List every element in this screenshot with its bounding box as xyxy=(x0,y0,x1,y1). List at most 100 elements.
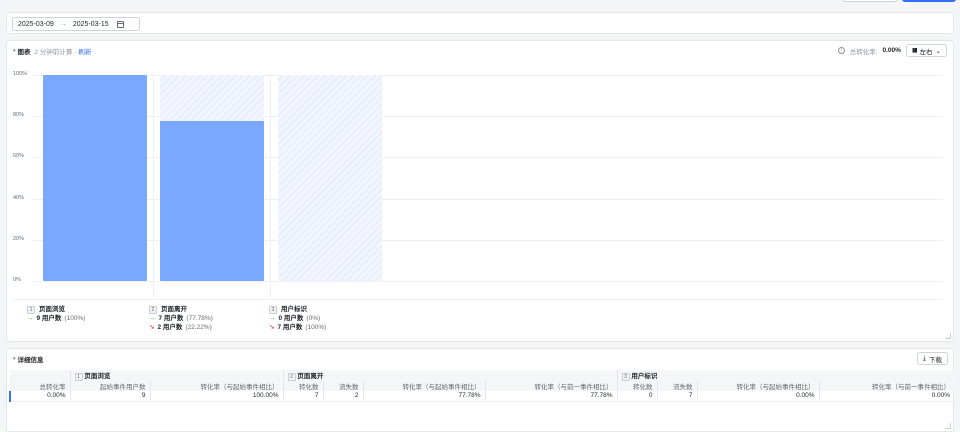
legend-title: 页面离开 xyxy=(161,306,187,313)
y-tick-label: 20% xyxy=(13,235,25,242)
legend-row: → 9 用户数 (100%) xyxy=(27,314,85,323)
refresh-link[interactable]: 刷新 xyxy=(78,46,91,56)
date-range-picker[interactable]: 2025-03-09 → 2025-03-15 xyxy=(12,17,140,31)
legend-title: 页面浏览 xyxy=(39,306,65,313)
step-badge: 2 xyxy=(149,305,157,314)
table-cell: 77.78% xyxy=(362,391,485,402)
column-header: 总转化率 xyxy=(10,381,70,391)
legend-percent: (0%) xyxy=(306,315,321,322)
legend-row: ↘ 2 用户数 (22.22%) xyxy=(149,323,213,332)
table-group-row: 1 页面浏览 2 页面离开 3 用户标识 xyxy=(10,370,954,381)
legend-row: ↘ 7 用户数 (100%) xyxy=(269,323,326,332)
info-icon: i xyxy=(837,47,845,54)
step-badge: 1 xyxy=(27,305,35,314)
arrow-right-icon: → xyxy=(27,315,34,322)
detail-table: 1 页面浏览 2 页面离开 3 用户标识 总转化率 起始事件用户数 转化率（与起始事… xyxy=(9,370,954,402)
column-header: 起始事件用户数 xyxy=(69,381,150,391)
resize-handle[interactable] xyxy=(945,423,951,429)
legend-percent: (22.22%) xyxy=(185,324,212,331)
calendar-icon xyxy=(116,20,124,28)
arrow-down-right-icon: ↘ xyxy=(149,324,155,331)
end-date: 2025-03-15 xyxy=(72,20,109,28)
chart-panel: ▾ 图表 2 分钟前计算 · 刷新 i 总转化率: 0.00% ▮▮ 左右 ⌄ … xyxy=(6,40,954,342)
legend-count: 9 用户数 xyxy=(36,315,62,322)
table-cell: 77.78% xyxy=(484,391,617,402)
group-cell-step-3: 3 用户标识 xyxy=(616,370,954,381)
primary-action-button[interactable] xyxy=(902,0,956,2)
y-tick-label: 0% xyxy=(13,277,21,283)
chart-panel-title: 图表 xyxy=(17,49,31,56)
arrow-down-right-icon: ↘ xyxy=(269,324,275,331)
layout-select[interactable]: ▮▮ 左右 ⌄ xyxy=(905,44,947,57)
detail-panel-title: 详细信息 xyxy=(17,357,44,364)
total-rate-value: 0.00% xyxy=(882,47,901,54)
table-cell: 2 xyxy=(322,391,363,402)
legend-count: 2 用户数 xyxy=(157,324,183,331)
column-header: 流失数 xyxy=(322,381,363,391)
legend-item-step-1: 1 页面浏览 → 9 用户数 (100%) xyxy=(27,305,85,323)
legend-count: 7 用户数 xyxy=(158,315,184,322)
chevron-down-icon: ⌄ xyxy=(935,47,941,55)
legend-count: 0 用户数 xyxy=(278,315,304,322)
column-header: 转化率（与前一事件相比） xyxy=(818,381,954,391)
group-cell-empty xyxy=(10,370,70,381)
bar-chart-icon: ▮▮ xyxy=(911,48,918,54)
detail-panel: ▾ 详细信息 ⤓ 下载 1 页面浏览 2 页面离开 3 用户标识 总转化率 起始事… xyxy=(6,348,954,432)
funnel-bar-2[interactable] xyxy=(160,120,264,281)
compute-time: 2 分钟前计算 · xyxy=(34,49,77,56)
legend-percent: (100%) xyxy=(64,315,86,322)
step-badge: 3 xyxy=(269,305,277,314)
y-tick-label: 60% xyxy=(13,153,25,160)
table-cell: 0.00% xyxy=(696,391,819,402)
legend-percent: (100%) xyxy=(305,324,327,331)
collapse-caret-icon[interactable]: ▾ xyxy=(13,48,16,54)
legend-row: → 0 用户数 (0%) xyxy=(269,314,326,323)
table-cell: 7 xyxy=(656,391,697,402)
table-cell: 100.00% xyxy=(149,391,283,402)
legend-title: 用户标识 xyxy=(281,306,307,313)
funnel-chart: 100% 80% 60% 40% 20% 0% xyxy=(13,67,943,297)
download-icon: ⤓ xyxy=(922,354,926,362)
total-rate-label: 总转化率: xyxy=(849,48,878,56)
column-header: 转化数 xyxy=(282,381,323,391)
table-cell: 7 xyxy=(282,391,323,402)
table-cell: 0.00% xyxy=(9,391,70,402)
collapse-caret-icon[interactable]: ▾ xyxy=(13,356,16,362)
table-cell: 9 xyxy=(69,391,150,402)
funnel-bar-1[interactable] xyxy=(43,75,147,281)
funnel-legend: 1 页面浏览 → 9 用户数 (100%) 2 页面离开 → 7 用户数 (77.78%) ↘ 2 用… xyxy=(13,299,943,337)
chart-panel-header: ▾ 图表 2 分钟前计算 · 刷新 i 总转化率: 0.00% ▮▮ 左右 ⌄ xyxy=(7,41,953,61)
legend-row: → 7 用户数 (77.78%) xyxy=(149,314,213,323)
range-arrow: → xyxy=(59,20,67,28)
legend-percent: (77.78%) xyxy=(186,315,213,322)
layout-select-label: 左右 xyxy=(919,48,933,56)
table-header-row: 总转化率 起始事件用户数 转化率（与起始事件相比） 转化数 流失数 转化率（与起始事件相比… xyxy=(10,381,954,391)
start-date: 2025-03-09 xyxy=(18,20,54,28)
y-tick-label: 100% xyxy=(13,71,28,77)
chart-panel-tools: i 总转化率: 0.00% ▮▮ 左右 ⌄ xyxy=(837,44,947,57)
table-cell: 0.00% xyxy=(818,391,954,402)
detail-panel-header: ▾ 详细信息 xyxy=(7,349,953,369)
step-separator xyxy=(153,73,154,297)
group-cell-step-1: 1 页面浏览 xyxy=(69,370,283,381)
column-header: 流失数 xyxy=(656,381,697,391)
column-header: 转化数 xyxy=(616,381,657,391)
legend-item-step-3: 3 用户标识 → 0 用户数 (0%) ↘ 7 用户数 (100%) xyxy=(269,305,326,332)
column-header: 转化率（与前一事件相比） xyxy=(484,381,617,391)
table-row[interactable]: 0.00% 9 100.00% 7 2 77.78% 77.78% 0 7 0.00% 0.00% xyxy=(9,391,954,402)
date-filter-bar: 2025-03-09 → 2025-03-15 xyxy=(6,12,954,34)
resize-handle[interactable] xyxy=(945,333,951,339)
bar-background-3 xyxy=(278,75,382,281)
step-separator xyxy=(270,73,271,297)
column-header: 转化率（与起始事件相比） xyxy=(696,381,819,391)
column-header: 转化率（与起始事件相比） xyxy=(362,381,485,391)
download-label: 下载 xyxy=(929,356,942,364)
y-tick-label: 80% xyxy=(13,112,25,119)
y-tick-label: 40% xyxy=(13,194,25,201)
column-header: 转化率（与起始事件相比） xyxy=(149,381,283,391)
legend-count: 7 用户数 xyxy=(277,324,303,331)
secondary-action-button[interactable] xyxy=(842,0,898,2)
download-button[interactable]: ⤓ 下载 xyxy=(916,352,948,365)
legend-item-step-2: 2 页面离开 → 7 用户数 (77.78%) ↘ 2 用户数 (22.22%) xyxy=(149,305,213,332)
gridline xyxy=(33,281,943,282)
